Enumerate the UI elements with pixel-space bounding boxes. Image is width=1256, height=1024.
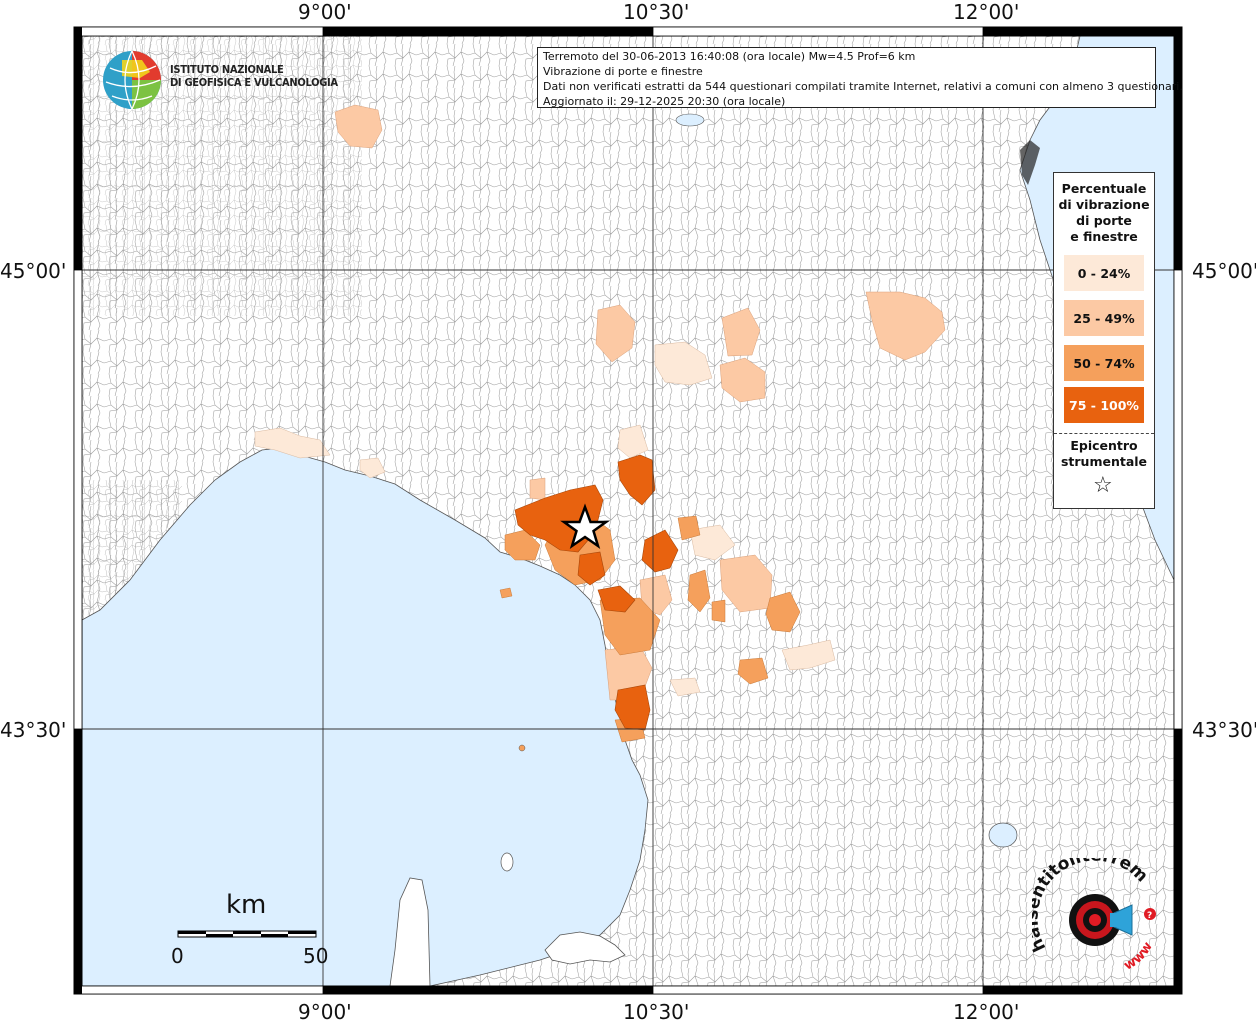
right-lat-label-1: 45°00' [1192, 259, 1256, 283]
haisentito-logo[interactable]: haisentitoilterremoto.it www ? [1022, 843, 1172, 982]
top-lon-label-2: 10°30' [623, 0, 690, 24]
legend: Percentuale di vibrazione di porte e fin… [1053, 172, 1155, 509]
top-lon-label-1: 9°00' [298, 0, 352, 24]
right-lat-label-2: 43°30' [1192, 718, 1256, 742]
legend-class-75-100: 75 - 100% [1064, 387, 1144, 423]
left-lat-label-1: 45°00' [0, 259, 67, 283]
scale-min: 0 [171, 944, 184, 968]
scale-bar [177, 930, 317, 938]
left-lat-label-2: 43°30' [0, 718, 67, 742]
svg-text:www: www [1121, 939, 1155, 973]
ingv-name: ISTITUTO NAZIONALE DI GEOFISICA E VULCAN… [170, 63, 338, 89]
ingv-logo [100, 48, 164, 116]
data-source-line: Dati non verificati estratti da 544 ques… [543, 80, 1183, 93]
legend-class-25-49: 25 - 49% [1064, 300, 1144, 336]
legend-title: Percentuale di vibrazione di porte e fin… [1058, 181, 1150, 244]
lake-trasimeno [988, 822, 1018, 848]
bottom-lon-label-3: 12°00' [953, 1000, 1020, 1024]
legend-epicenter-star-icon: ☆ [1093, 473, 1113, 498]
event-line: Terremoto del 30-06-2013 16:40:08 (ora l… [543, 50, 916, 63]
scale-max: 50 [303, 944, 329, 968]
update-line: Aggiornato il: 29-12-2025 20:30 (ora loc… [543, 95, 786, 108]
bottom-lon-label-2: 10°30' [623, 1000, 690, 1024]
legend-class-50-74: 50 - 74% [1064, 345, 1144, 381]
scale-unit: km [226, 890, 267, 920]
legend-class-0-24: 0 - 24% [1064, 255, 1144, 291]
top-lon-label-3: 12°00' [953, 0, 1020, 24]
bottom-lon-label-1: 9°00' [298, 1000, 352, 1024]
event-info-box: Terremoto del 30-06-2013 16:40:08 (ora l… [537, 47, 1183, 108]
legend-epicenter-label: Epicentro strumentale [1060, 438, 1148, 469]
brand-url: www [1121, 939, 1155, 973]
svg-text:?: ? [1147, 911, 1152, 921]
effect-line: Vibrazione di porte e finestre [543, 65, 703, 78]
